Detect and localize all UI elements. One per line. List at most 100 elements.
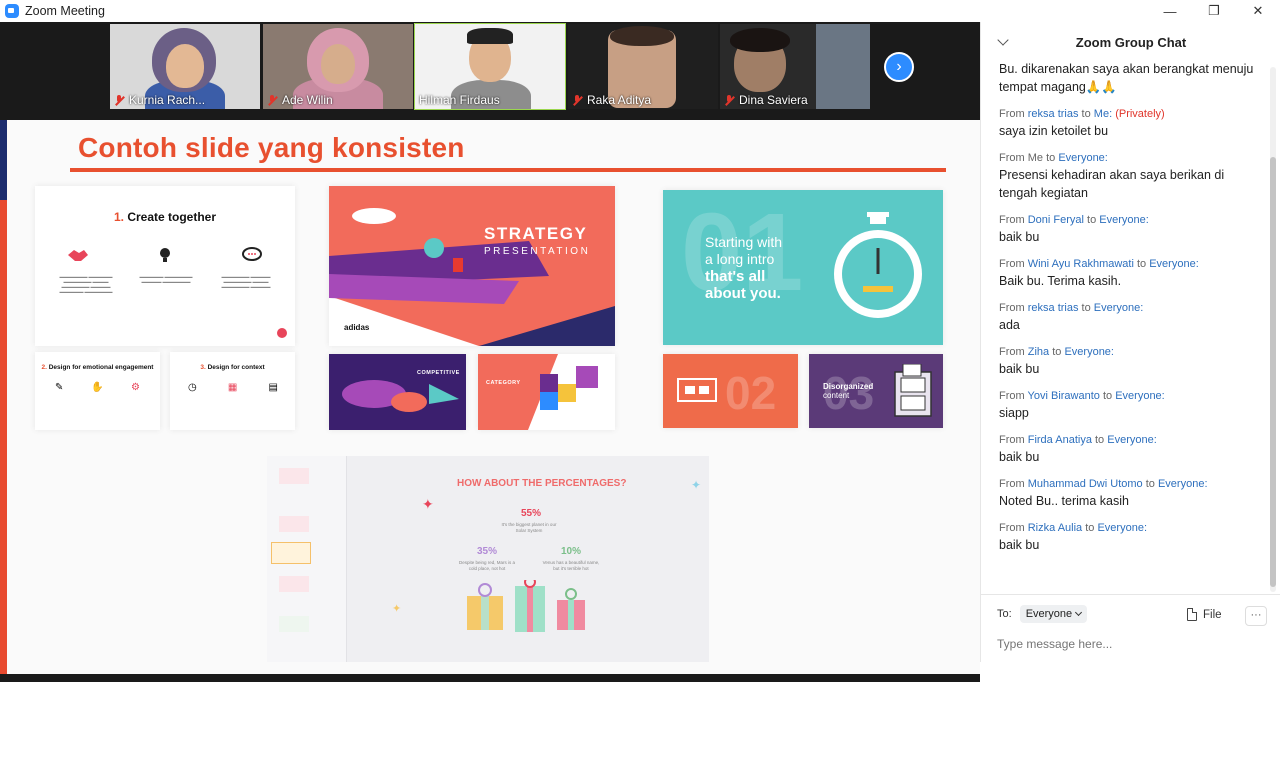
chevron-right-icon: › [896, 58, 902, 75]
slide-accent-bar [0, 120, 7, 674]
mic-muted-icon [724, 94, 735, 106]
disorganized-text: Disorganized content [823, 382, 873, 400]
from-label: From [999, 478, 1025, 490]
participant-name: Hilman Firdaus [419, 93, 500, 107]
body-text-placeholder: ▬▬▬▬▬▬ ▬▬▬▬▬▬▬ ▬▬▬▬▬ ▬▬▬▬▬▬▬ [139, 274, 193, 284]
participant-tile-active-speaker[interactable]: Hilman Firdaus [414, 23, 566, 110]
zoom-app: Zoom Meeting — ❐ ✕ Kurnia Rach... Ade Wi… [0, 0, 1280, 773]
sender-name[interactable]: Firda Anatiya [1028, 434, 1092, 446]
stopwatch-icon [834, 212, 922, 318]
body-text-placeholder: ▬▬▬▬▬▬▬ ▬▬▬▬▬ ▬▬▬▬▬▬▬ ▬▬▬▬ ▬▬▬▬▬▬▬ ▬▬▬▬▬ [221, 274, 271, 289]
from-label: From [999, 522, 1025, 534]
slide-title: Contoh slide yang konsisten [78, 132, 465, 163]
chat-message-meta: From Doni Feryal to Everyone: [999, 213, 1259, 228]
chat-panel: Zoom Group Chat Bu. dikarenakan saya aka… [980, 22, 1280, 662]
slide-emotional-engagement: 2. Design for emotional engagement ✎ ✋ ⚙ [35, 352, 160, 430]
icon-row [35, 246, 295, 264]
slide-thumbnail[interactable] [279, 468, 309, 484]
recipient-name: Everyone: [1107, 434, 1157, 446]
minimize-button[interactable]: — [1148, 0, 1192, 22]
gift-boxes-illustration [467, 580, 585, 632]
sender-name[interactable]: Wini Ayu Rakhmawati [1028, 258, 1134, 270]
percentage-value: 10% [561, 546, 582, 557]
to-label: to [1145, 478, 1155, 490]
participant-name: Kurnia Rach... [114, 93, 205, 107]
message-input[interactable] [997, 634, 1257, 654]
close-button[interactable]: ✕ [1236, 0, 1280, 22]
chat-message-text: Baik bu. Terima kasih. [999, 274, 1122, 288]
from-label: From [999, 346, 1025, 358]
participant-name-text: Kurnia Rach... [129, 93, 206, 107]
slide-heading: 1. Create together [113, 210, 217, 224]
participant-tile[interactable]: Ade Wilin [263, 24, 413, 109]
participant-tile[interactable]: Raka Aditya [568, 24, 718, 109]
sender-name[interactable]: Me [1028, 152, 1043, 164]
percentage-description: It's the biggest planet in our Solar Sys… [501, 522, 557, 533]
slide-thumbnail[interactable] [279, 516, 309, 532]
slide-disorganized: 03 Disorganized content [809, 354, 943, 428]
sender-name[interactable]: Ziha [1028, 346, 1049, 358]
percentage-description: Venus has a beautiful name, but it's ter… [542, 560, 600, 571]
more-options-button[interactable]: ··· [1245, 606, 1267, 626]
participant-name-text: Raka Aditya [587, 93, 652, 107]
chat-message: From Muhammad Dwi Utomo to Everyone: Not… [999, 477, 1259, 510]
chat-message-list[interactable]: Bu. dikarenakan saya akan berangkat menu… [999, 60, 1259, 605]
slide-thumbnail-selected[interactable] [271, 542, 311, 564]
percentage-value: 55% [521, 508, 542, 519]
meeting-bottom-bar [0, 674, 980, 682]
recipient-name: Me: [1093, 108, 1113, 120]
chat-message-meta: From reksa trias to Everyone: [999, 301, 1259, 316]
sender-name[interactable]: Doni Feryal [1028, 214, 1084, 226]
participant-tile[interactable]: Kurnia Rach... [110, 24, 260, 109]
hair [610, 26, 674, 46]
to-label: to [1087, 214, 1097, 226]
intro-line4: about you. [705, 285, 781, 302]
sender-name[interactable]: reksa trias [1028, 302, 1079, 314]
participant-name-text: Hilman Firdaus [419, 93, 500, 107]
to-label: to [1052, 346, 1062, 358]
recipient-name: Everyone: [1157, 478, 1208, 490]
recipient-label: To: [997, 608, 1012, 620]
slide-thumbnail[interactable] [279, 616, 309, 632]
slide-title-underline [70, 168, 946, 172]
participant-name: Dina Saviera [724, 93, 808, 107]
restore-button[interactable]: ❐ [1192, 0, 1236, 22]
to-label: to [1095, 434, 1105, 446]
recipient-name: Everyone: [1093, 302, 1144, 314]
recipient-name: Everyone: [1058, 152, 1108, 164]
chat-message-meta: From Ziha to Everyone: [999, 345, 1259, 360]
monitor-icon [677, 378, 717, 402]
slide-thumbnail[interactable] [279, 576, 309, 592]
sender-name[interactable]: Rizka Aulia [1028, 522, 1082, 534]
file-icon [1187, 608, 1197, 621]
gallery-next-button[interactable]: › [884, 52, 914, 82]
sender-name[interactable]: Yovi Birawanto [1028, 390, 1100, 402]
category-label: CATEGORY [486, 380, 521, 386]
sender-name[interactable]: reksa trias [1028, 108, 1079, 120]
adidas-logo: adidas [344, 323, 370, 332]
chat-header: Zoom Group Chat [1075, 34, 1187, 50]
star-icon: ✦ [392, 603, 402, 615]
slide-facts: 02 [663, 354, 798, 428]
mic-muted-icon [572, 94, 583, 106]
chat-message-text: baik bu [999, 538, 1040, 552]
recipient-dropdown[interactable]: Everyone [1019, 605, 1088, 623]
to-label: to [1085, 522, 1095, 534]
window-controls: — ❐ ✕ [1148, 0, 1280, 22]
sender-name[interactable]: Muhammad Dwi Utomo [1028, 478, 1143, 490]
chat-message-text: Presensi kehadiran akan saya berikan di … [999, 168, 1225, 200]
slide-heading: 2. Design for emotional engagement [41, 364, 154, 371]
chat-message-meta: From Firda Anatiya to Everyone: [999, 433, 1259, 448]
recipient-name: Everyone: [1149, 258, 1199, 270]
handshake-icon [68, 250, 89, 261]
participant-name-text: Ade Wilin [282, 93, 333, 107]
file-button[interactable]: File [1187, 608, 1222, 621]
intro-line3: that's all [705, 268, 766, 285]
chat-message: From Wini Ayu Rakhmawati to Everyone: Ba… [999, 257, 1259, 290]
chat-scrollbar-thumb[interactable] [1270, 157, 1276, 587]
participant-tile[interactable]: Dina Saviera [720, 24, 870, 109]
body-text-placeholder: ▬▬▬▬▬▬▬ ▬▬▬▬▬▬ ▬▬▬▬▬▬▬ ▬▬▬▬ ▬▬▬▬▬▬▬ ▬▬▬▬… [59, 274, 113, 294]
recipient-row: To: Everyone [997, 605, 1088, 623]
chat-scrollbar[interactable] [1270, 67, 1276, 592]
brand-dot [277, 328, 287, 338]
